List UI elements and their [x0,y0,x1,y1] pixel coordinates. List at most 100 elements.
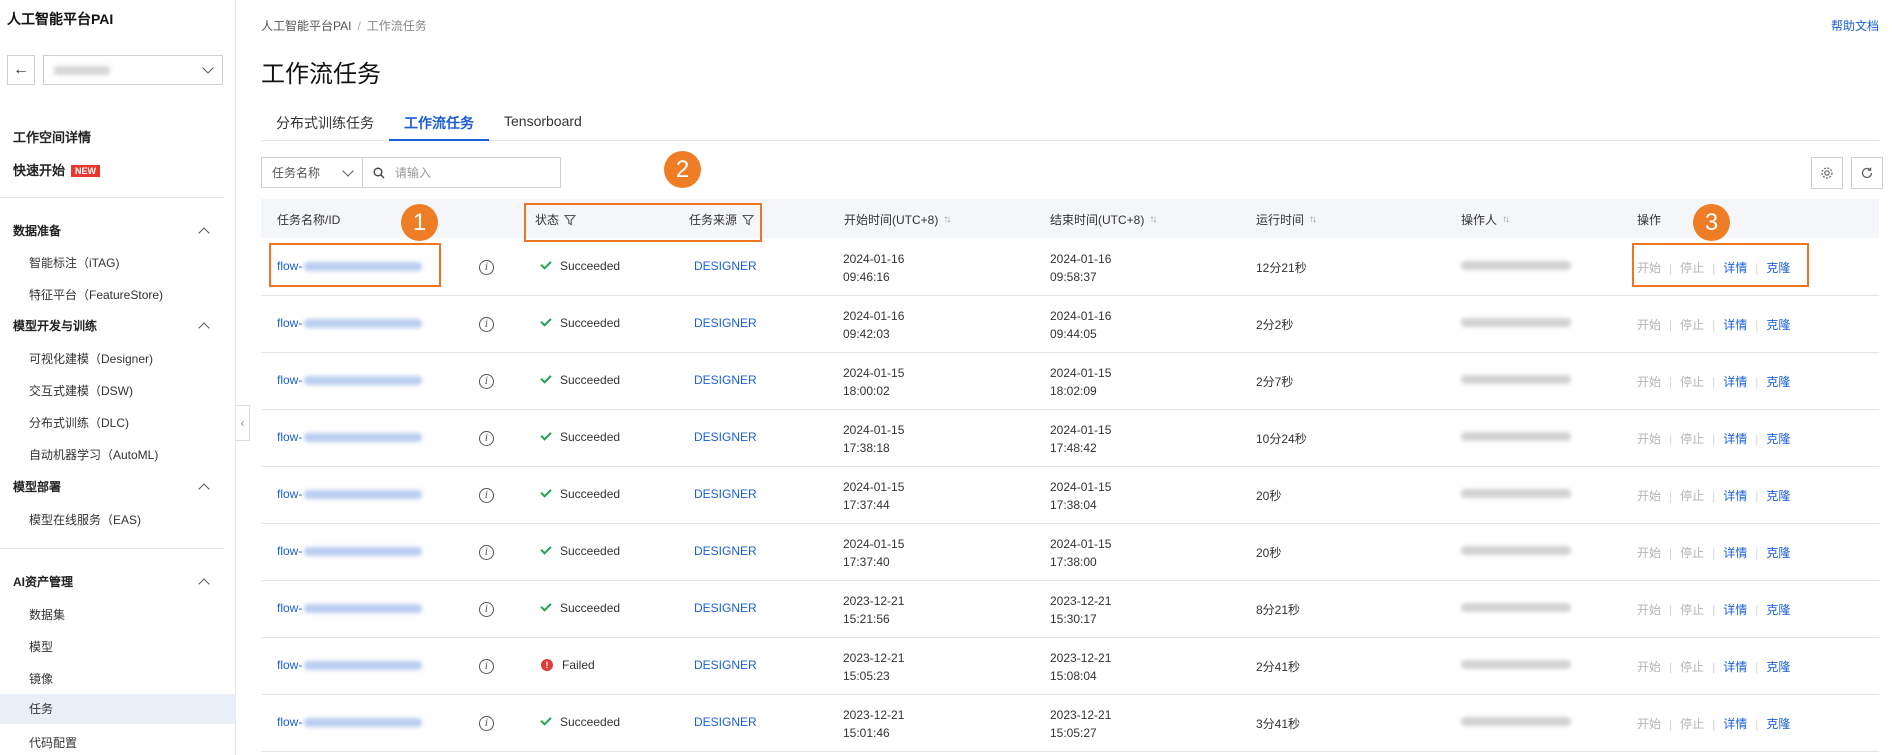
task-source-link[interactable]: DESIGNER [694,601,757,615]
clone-action[interactable]: 克隆 [1766,601,1790,618]
start-clock: 15:21:56 [843,612,890,626]
quick-start-link[interactable]: 快速开始 NEW [13,160,101,179]
detail-action[interactable]: 详情 [1723,430,1747,447]
clone-action[interactable]: 克隆 [1766,316,1790,333]
start-action[interactable]: 开始 [1637,715,1661,732]
info-icon[interactable]: i [479,659,494,674]
clone-action[interactable]: 克隆 [1766,544,1790,561]
col-start-time[interactable]: 开始时间(UTC+8) ↑↓ [844,211,951,228]
stop-action[interactable]: 停止 [1680,487,1704,504]
start-action[interactable]: 开始 [1637,544,1661,561]
task-source-link[interactable]: DESIGNER [694,430,757,444]
status-cell: Succeeded [540,714,620,729]
detail-action[interactable]: 详情 [1723,487,1747,504]
task-id-link[interactable]: flow- [277,715,423,729]
settings-button[interactable] [1811,157,1843,189]
detail-action[interactable]: 详情 [1723,373,1747,390]
group-ai-assets[interactable]: AI资产管理 [13,573,210,590]
sidebar-item-dlc[interactable]: 分布式训练（DLC) [29,414,129,431]
task-id-link[interactable]: flow- [277,373,423,387]
sidebar-item-featurestore[interactable]: 特征平台（FeatureStore) [29,286,163,303]
start-action[interactable]: 开始 [1637,373,1661,390]
task-id-link[interactable]: flow- [277,544,423,558]
start-action[interactable]: 开始 [1637,658,1661,675]
refresh-button[interactable] [1851,157,1883,189]
operator-redacted [1461,601,1571,615]
end-clock: 09:58:37 [1050,270,1097,284]
stop-action[interactable]: 停止 [1680,544,1704,561]
group-model-dev[interactable]: 模型开发与训练 [13,317,210,334]
start-time: 2023-12-21 15:21:56 [843,592,904,628]
sidebar-item-images[interactable]: 镜像 [29,670,53,687]
sidebar-item-designer[interactable]: 可视化建模（Designer) [29,350,153,367]
stop-action[interactable]: 停止 [1680,658,1704,675]
stop-action[interactable]: 停止 [1680,601,1704,618]
sidebar-item-eas[interactable]: 模型在线服务（EAS) [29,511,141,528]
info-icon[interactable]: i [479,431,494,446]
sidebar-item-code-config[interactable]: 代码配置 [29,734,77,751]
clone-action[interactable]: 克隆 [1766,373,1790,390]
col-end-time[interactable]: 结束时间(UTC+8) ↑↓ [1050,211,1157,228]
search-box[interactable] [363,157,561,188]
workspace-detail-link[interactable]: 工作空间详情 [13,127,91,146]
clone-action[interactable]: 克隆 [1766,658,1790,675]
task-id-link[interactable]: flow- [277,316,423,330]
back-button[interactable]: ← [7,55,35,85]
clone-action[interactable]: 克隆 [1766,430,1790,447]
info-icon[interactable]: i [479,374,494,389]
detail-action[interactable]: 详情 [1723,601,1747,618]
action-separator: | [1755,602,1759,617]
task-source-link[interactable]: DESIGNER [694,544,757,558]
start-action[interactable]: 开始 [1637,487,1661,504]
breadcrumb-root[interactable]: 人工智能平台PAI [261,19,351,33]
clone-action[interactable]: 克隆 [1766,487,1790,504]
task-id-link[interactable]: flow- [277,487,423,501]
info-icon[interactable]: i [479,716,494,731]
group-data-prep[interactable]: 数据准备 [13,222,210,239]
start-action[interactable]: 开始 [1637,430,1661,447]
detail-action[interactable]: 详情 [1723,316,1747,333]
detail-action[interactable]: 详情 [1723,544,1747,561]
detail-action[interactable]: 详情 [1723,715,1747,732]
detail-action[interactable]: 详情 [1723,658,1747,675]
task-source-link[interactable]: DESIGNER [694,658,757,672]
group-model-deploy[interactable]: 模型部署 [13,478,210,495]
tab-workflow-tasks[interactable]: 工作流任务 [389,103,489,141]
task-id-link[interactable]: flow- [277,658,423,672]
sidebar-item-datasets[interactable]: 数据集 [29,606,65,623]
search-input[interactable] [395,165,545,180]
start-action[interactable]: 开始 [1637,316,1661,333]
workspace-select[interactable] [43,55,223,85]
sidebar-item-dsw[interactable]: 交互式建模（DSW) [29,382,133,399]
info-icon[interactable]: i [479,260,494,275]
sidebar-item-itag[interactable]: 智能标注（iTAG) [29,254,119,271]
info-icon[interactable]: i [479,488,494,503]
col-operator[interactable]: 操作人 ↑↓ [1461,211,1510,228]
task-source-link[interactable]: DESIGNER [694,316,757,330]
info-icon[interactable]: i [479,602,494,617]
stop-action[interactable]: 停止 [1680,373,1704,390]
task-id-link[interactable]: flow- [277,601,423,615]
check-icon [540,486,552,498]
info-icon[interactable]: i [479,317,494,332]
stop-action[interactable]: 停止 [1680,715,1704,732]
tab-distributed-training[interactable]: 分布式训练任务 [261,103,389,141]
stop-action[interactable]: 停止 [1680,316,1704,333]
task-source-link[interactable]: DESIGNER [694,259,757,273]
search-field-select[interactable]: 任务名称 [261,157,363,188]
sidebar-item-tasks[interactable]: 任务 [0,694,236,724]
start-action[interactable]: 开始 [1637,601,1661,618]
stop-action[interactable]: 停止 [1680,430,1704,447]
task-source-link[interactable]: DESIGNER [694,715,757,729]
task-source-link[interactable]: DESIGNER [694,487,757,501]
task-id-link[interactable]: flow- [277,430,423,444]
tab-tensorboard[interactable]: Tensorboard [489,103,597,141]
sidebar-item-models[interactable]: 模型 [29,638,53,655]
help-docs-link[interactable]: 帮助文档 [1831,17,1879,34]
check-icon [540,429,552,441]
col-duration[interactable]: 运行时间 ↑↓ [1256,211,1317,228]
sidebar-item-automl[interactable]: 自动机器学习（AutoML) [29,446,158,463]
info-icon[interactable]: i [479,545,494,560]
clone-action[interactable]: 克隆 [1766,715,1790,732]
task-source-link[interactable]: DESIGNER [694,373,757,387]
